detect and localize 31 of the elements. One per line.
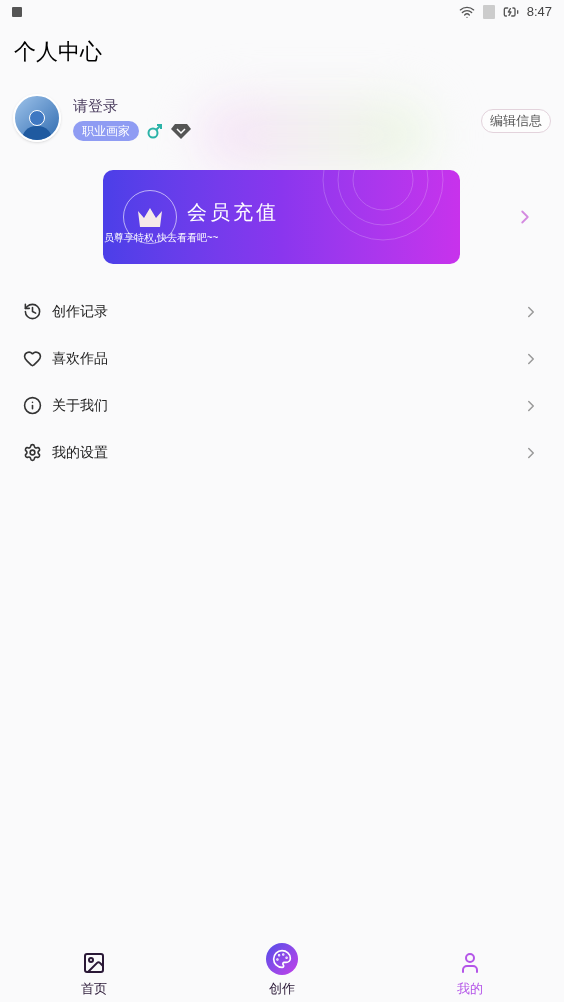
- vip-subtitle: 员尊享特权,快去看看吧~~: [104, 231, 219, 245]
- battery-icon: [502, 4, 519, 20]
- heart-icon: [23, 349, 42, 368]
- male-icon: [147, 122, 163, 139]
- avatar[interactable]: [13, 94, 61, 142]
- menu-item[interactable]: 喜欢作品: [0, 335, 564, 382]
- status-time: 8:47: [526, 3, 552, 22]
- menu-item[interactable]: 我的设置: [0, 429, 564, 476]
- menu-label: 我的设置: [52, 443, 108, 462]
- login-prompt[interactable]: 请登录: [73, 95, 118, 118]
- wifi-icon: [458, 4, 475, 20]
- menu-label: 喜欢作品: [52, 349, 108, 368]
- menu-item[interactable]: 创作记录: [0, 288, 564, 335]
- menu-label: 关于我们: [52, 396, 108, 415]
- settings-icon: [23, 443, 42, 462]
- no-sim-icon: [482, 5, 495, 19]
- profession-tag: 职业画家: [73, 120, 139, 141]
- notification-icon: [12, 7, 22, 17]
- diamond-icon: [171, 122, 191, 139]
- palette-icon: [266, 942, 298, 975]
- edit-info-button[interactable]: 编辑信息: [481, 109, 551, 133]
- menu-item[interactable]: 关于我们: [0, 382, 564, 429]
- nav-tab[interactable]: 首页: [0, 926, 188, 1002]
- vip-title: 会员充值: [187, 200, 279, 225]
- nav-tab[interactable]: 创作: [188, 926, 376, 1002]
- menu-label: 创作记录: [52, 302, 108, 321]
- picture-icon: [82, 950, 106, 975]
- info-icon: [23, 396, 42, 415]
- nav-tab[interactable]: 我的: [376, 926, 564, 1002]
- page-title: 个人中心: [13, 38, 102, 66]
- history-icon: [23, 302, 42, 321]
